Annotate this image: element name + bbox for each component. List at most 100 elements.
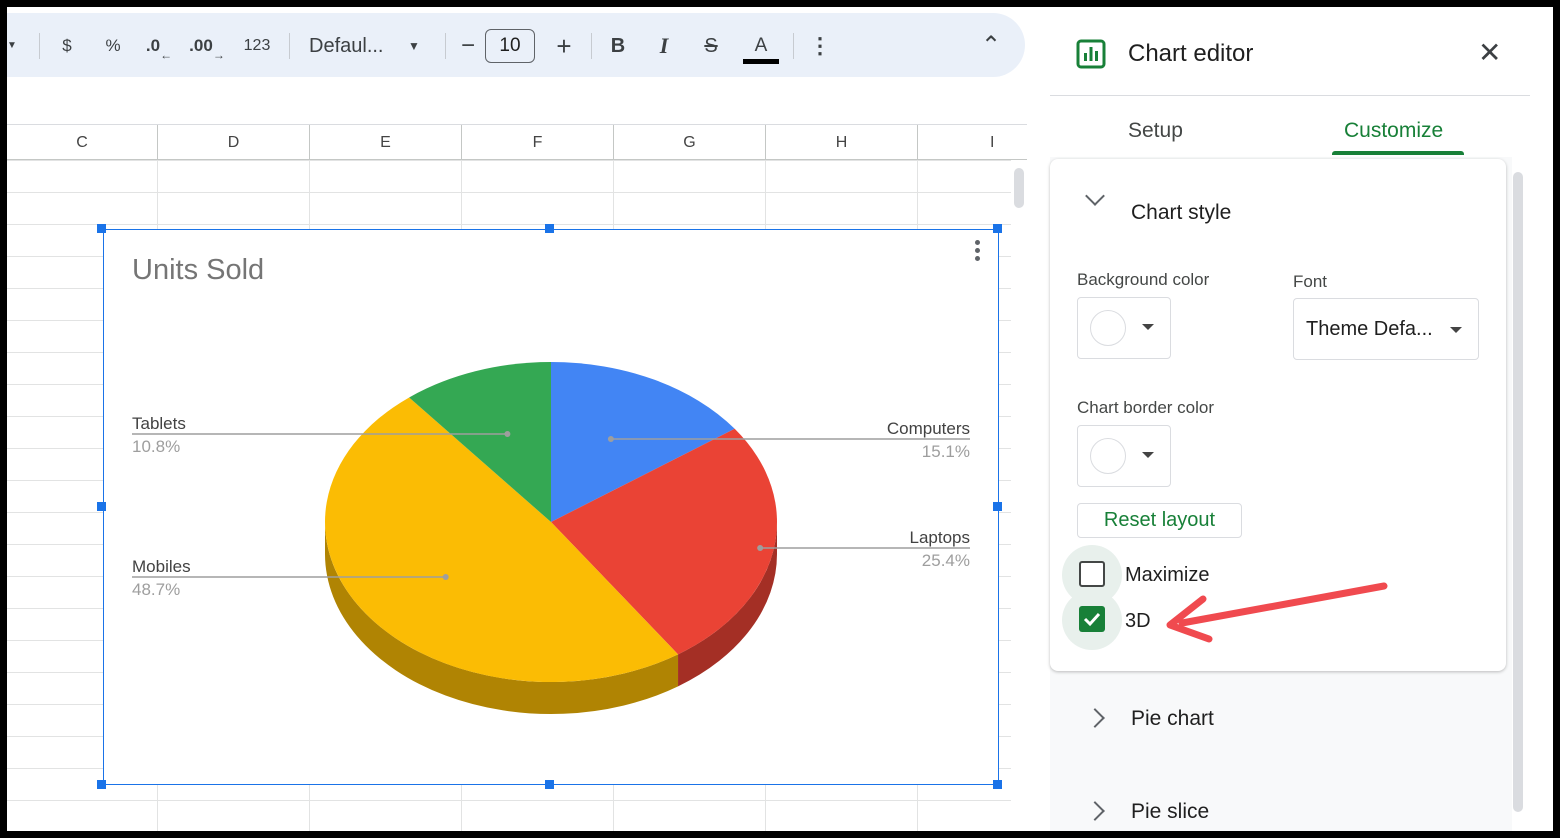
column-header-row: C D E F G H I <box>7 124 1027 160</box>
grid-scrollbar[interactable] <box>1011 160 1027 831</box>
chevron-down-icon[interactable] <box>1085 186 1105 206</box>
border-color-swatch <box>1090 438 1126 474</box>
reset-layout-button[interactable]: Reset layout <box>1077 503 1242 538</box>
pie-chart-section-header[interactable]: Pie chart <box>1131 707 1214 731</box>
chart-menu-icon[interactable] <box>972 240 982 261</box>
percent-format-button[interactable]: % <box>101 31 125 61</box>
panel-scrollbar[interactable] <box>1513 172 1523 812</box>
toolbar-divider <box>591 33 592 59</box>
3d-label: 3D <box>1125 610 1151 632</box>
resize-handle[interactable] <box>97 502 106 511</box>
font-size-input[interactable]: 10 <box>485 29 535 63</box>
slice-percent-tablets: 10.8% <box>132 437 180 456</box>
app-window: ▼ $ % .0← .00→ 123 Defaul... ▼ − 10 + B … <box>7 7 1553 831</box>
maximize-label: Maximize <box>1125 564 1210 586</box>
font-select[interactable]: Theme Defa... <box>1293 298 1479 360</box>
font-label: Font <box>1293 272 1328 291</box>
column-header-e[interactable]: E <box>310 125 462 160</box>
chart-border-color-label: Chart border color <box>1077 398 1215 417</box>
number-format-button[interactable]: 123 <box>237 31 277 61</box>
chart-editor-panel: Chart editor ✕ Setup Customize Chart sty… <box>1050 7 1530 831</box>
slice-label-mobiles: Mobiles <box>132 557 191 576</box>
panel-title: Chart editor <box>1128 40 1254 67</box>
slice-label-computers: Computers <box>887 419 970 438</box>
background-color-label: Background color <box>1077 270 1210 289</box>
resize-handle[interactable] <box>545 780 554 789</box>
toolbar-divider <box>445 33 446 59</box>
text-color-label: A <box>754 35 768 56</box>
toolbar-divider <box>793 33 794 59</box>
resize-handle[interactable] <box>993 502 1002 511</box>
column-header-d[interactable]: D <box>158 125 310 160</box>
font-family-select[interactable]: Defaul... <box>309 31 399 61</box>
chart-style-header[interactable]: Chart style <box>1131 201 1231 225</box>
column-header-i[interactable]: I <box>918 125 1070 160</box>
maximize-checkbox[interactable] <box>1079 561 1105 587</box>
column-header-f[interactable]: F <box>462 125 614 160</box>
slice-percent-computers: 15.1% <box>922 442 970 461</box>
chart-menu-dot <box>974 240 980 245</box>
caret-down-icon <box>1450 327 1462 333</box>
leader-dot-mobiles <box>442 574 449 580</box>
slice-label-laptops: Laptops <box>910 528 971 547</box>
3d-checkbox[interactable] <box>1079 606 1105 632</box>
background-color-picker[interactable] <box>1077 297 1171 359</box>
formula-bar-area <box>7 83 1027 123</box>
dropdown-caret-icon[interactable]: ▼ <box>7 31 19 61</box>
column-header-g[interactable]: G <box>614 125 766 160</box>
toolbar-divider <box>289 33 290 59</box>
pie-chart-object[interactable]: Computers 15.1% Laptops 25.4% Mobiles 48.7% Ta… <box>103 229 999 785</box>
resize-handle[interactable] <box>545 224 554 233</box>
chart-title: Units Sold <box>132 254 265 286</box>
arrow-right-icon: → <box>212 48 225 62</box>
grid-scrollbar-thumb[interactable] <box>1014 168 1024 208</box>
bold-button[interactable]: B <box>607 31 629 61</box>
decrease-decimal-button[interactable]: .0← <box>143 31 175 62</box>
slice-percent-laptops: 25.4% <box>922 551 970 570</box>
text-color-button[interactable]: A <box>743 31 779 64</box>
pie-slice-section-header[interactable]: Pie slice <box>1131 800 1209 824</box>
tab-setup[interactable]: Setup <box>1128 119 1183 143</box>
toolbar-divider <box>39 33 40 59</box>
more-options-icon[interactable]: ⋮ <box>809 31 831 61</box>
arrow-left-icon: ← <box>160 48 173 62</box>
leader-dot-computers <box>607 436 614 442</box>
leader-dot-laptops <box>757 545 764 551</box>
increase-font-size-button[interactable]: + <box>553 31 575 61</box>
slice-percent-mobiles: 48.7% <box>132 580 180 599</box>
leader-dot-tablets <box>504 431 511 437</box>
panel-divider <box>1050 95 1530 96</box>
column-header-h[interactable]: H <box>766 125 918 160</box>
resize-handle[interactable] <box>97 780 106 789</box>
resize-handle[interactable] <box>993 780 1002 789</box>
decrease-decimal-label: .0 <box>145 36 161 55</box>
resize-handle[interactable] <box>97 224 106 233</box>
italic-button[interactable]: I <box>653 31 675 61</box>
currency-format-button[interactable]: $ <box>55 31 79 61</box>
chart-border-color-picker[interactable] <box>1077 425 1171 487</box>
pie-chart-canvas: Computers 15.1% Laptops 25.4% Mobiles 48.7% Ta… <box>132 362 971 714</box>
caret-down-icon <box>1142 324 1154 330</box>
decrease-font-size-button[interactable]: − <box>457 31 479 61</box>
active-tab-indicator <box>1332 151 1464 155</box>
text-color-bar <box>743 59 779 64</box>
chart-menu-dot <box>974 248 980 253</box>
increase-decimal-button[interactable]: .00→ <box>187 31 227 62</box>
close-icon[interactable]: ✕ <box>1478 39 1501 67</box>
font-select-value: Theme Defa... <box>1306 318 1433 340</box>
resize-handle[interactable] <box>993 224 1002 233</box>
checkmark-icon <box>1083 612 1101 627</box>
background-color-swatch <box>1090 310 1126 346</box>
chart-style-card: Chart style Background color Font Theme … <box>1050 159 1506 671</box>
toolbar: ▼ $ % .0← .00→ 123 Defaul... ▼ − 10 + B … <box>7 13 1025 77</box>
slice-label-tablets: Tablets <box>132 414 186 433</box>
increase-decimal-label: .00 <box>189 36 213 55</box>
column-header-c[interactable]: C <box>7 125 158 160</box>
font-family-caret-icon[interactable]: ▼ <box>407 31 421 61</box>
strikethrough-button[interactable]: S <box>699 31 723 61</box>
chart-editor-icon <box>1076 39 1106 69</box>
caret-down-icon <box>1142 452 1154 458</box>
tab-customize[interactable]: Customize <box>1344 119 1443 143</box>
chart-menu-dot <box>974 256 980 261</box>
collapse-toolbar-icon[interactable]: ⌃ <box>979 31 1003 61</box>
